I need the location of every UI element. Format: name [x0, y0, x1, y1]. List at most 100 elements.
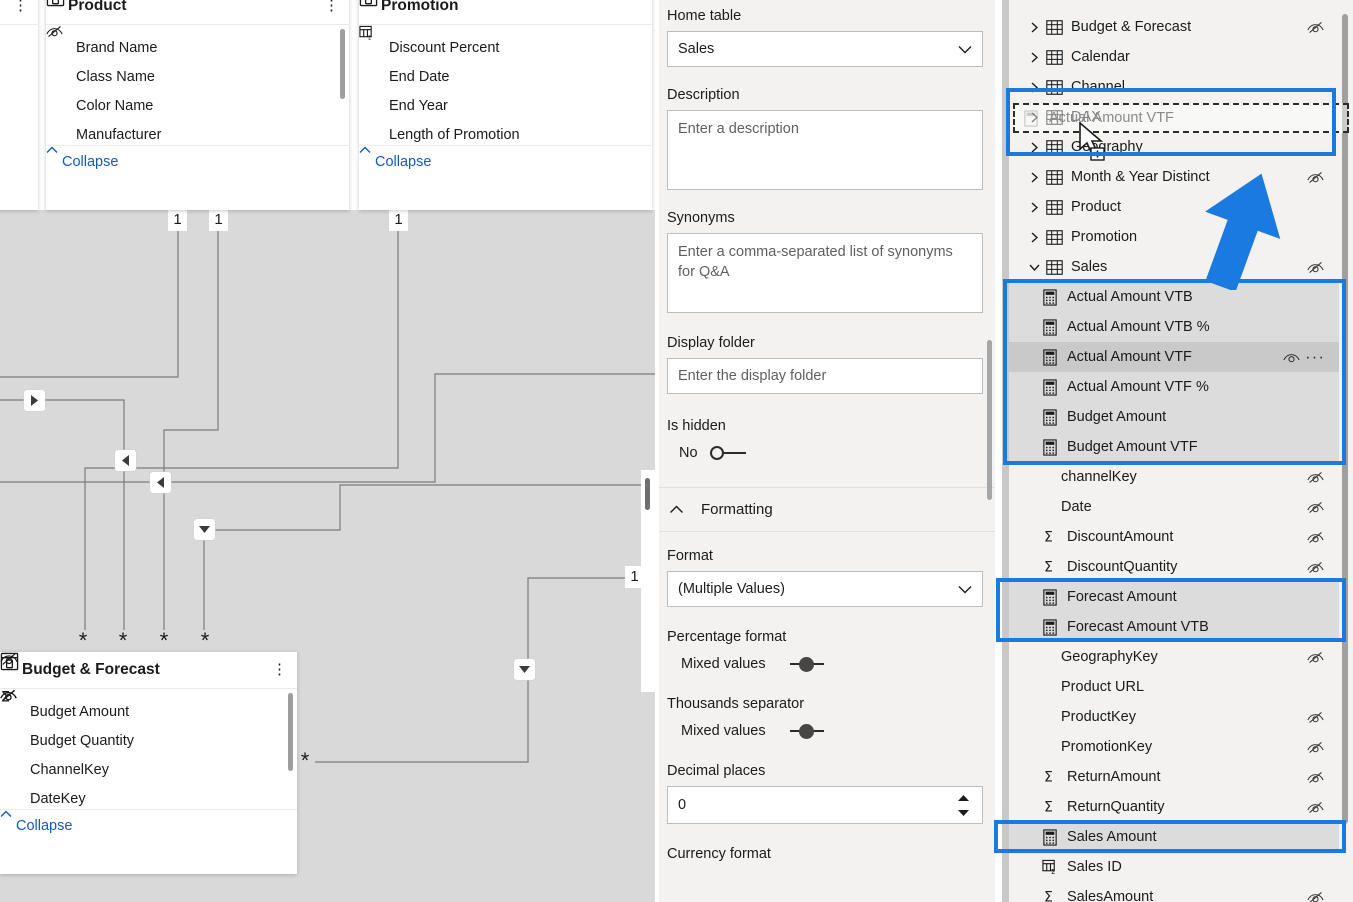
card-scrollbar[interactable]	[288, 693, 293, 771]
fields-row-promotionkey[interactable]: PromotionKey	[1009, 732, 1339, 762]
collapse-link[interactable]: Collapse	[359, 146, 431, 170]
is-hidden-toggle[interactable]	[709, 445, 748, 461]
filter-direction-left-chip[interactable]	[115, 450, 136, 471]
fields-pane[interactable]: Budget & Forecast Calendar Channel DAX G…	[995, 0, 1353, 902]
chevron-right-icon[interactable]	[1025, 51, 1043, 63]
field-row[interactable]: ChannelKey	[0, 689, 297, 784]
fields-row-forecast-amount-vtb[interactable]: Forecast Amount VTB	[1009, 612, 1339, 642]
collapse-link[interactable]: Collapse	[46, 146, 118, 170]
table-card-product[interactable]: Product ⋮ Brand Name Class Name Color Na…	[46, 0, 349, 210]
fields-row-actual-amount-vtf-pct[interactable]: Actual Amount VTF %	[1009, 372, 1339, 402]
filter-direction-right-chip[interactable]	[24, 390, 45, 411]
chevron-right-icon[interactable]	[1025, 81, 1043, 93]
more-horizontal-icon[interactable]: ···	[1305, 347, 1325, 367]
card-scrollbar[interactable]	[340, 29, 345, 99]
eye-hidden-icon[interactable]	[1305, 501, 1325, 514]
field-row[interactable]: Class Name	[46, 62, 349, 91]
eye-hidden-icon[interactable]	[1305, 561, 1325, 574]
fields-row-returnamount[interactable]: Σ ReturnAmount	[1009, 762, 1339, 792]
fields-row-productkey[interactable]: ProductKey	[1009, 702, 1339, 732]
fields-row-channel[interactable]: Channel	[1009, 72, 1339, 102]
field-row[interactable]: Brand Name	[46, 33, 349, 62]
display-folder-input[interactable]: Enter the display folder	[667, 358, 983, 394]
fields-row-returnquantity[interactable]: Σ ReturnQuantity	[1009, 792, 1339, 822]
field-row[interactable]: Σ Budget Amount	[0, 690, 297, 726]
fields-row-channelkey[interactable]: channelKey	[1009, 462, 1339, 492]
fields-row-actual-amount-vtf[interactable]: Actual Amount VTF ···	[1009, 342, 1339, 372]
thousands-separator-toggle-row[interactable]: Mixed values	[667, 723, 983, 739]
eye-hidden-icon[interactable]	[1305, 801, 1325, 814]
fields-row-sales-id[interactable]: Σ Sales ID	[1009, 852, 1339, 882]
more-vertical-icon[interactable]: ⋮	[272, 662, 287, 677]
chevron-right-icon[interactable]	[1025, 231, 1043, 243]
fields-row-date[interactable]: Date	[1009, 492, 1339, 522]
fields-list[interactable]: Budget & Forecast Calendar Channel DAX G…	[1009, 12, 1339, 902]
eye-hidden-icon[interactable]	[1305, 741, 1325, 754]
more-vertical-icon[interactable]: ⋮	[324, 0, 339, 13]
synonyms-input[interactable]: Enter a comma-separated list of synonyms…	[667, 233, 983, 313]
field-row[interactable]: End Year	[359, 91, 652, 120]
more-vertical-icon[interactable]: ⋮	[13, 0, 28, 13]
filter-direction-down-chip[interactable]	[194, 519, 215, 540]
table-card-header-budget-forecast[interactable]: Budget & Forecast ⋮	[0, 652, 297, 689]
field-row[interactable]: Color Name	[46, 91, 349, 120]
fields-row-discountamount[interactable]: Σ DiscountAmount	[1009, 522, 1339, 552]
fields-row-calendar[interactable]: Calendar	[1009, 42, 1339, 72]
fields-row-actual-amount-vtb[interactable]: Actual Amount VTB	[1009, 282, 1339, 312]
chevron-down-icon[interactable]	[1025, 264, 1043, 271]
eye-hidden-icon[interactable]	[1305, 171, 1325, 184]
fields-row-discountquantity[interactable]: Σ DiscountQuantity	[1009, 552, 1339, 582]
fields-row-sales-amount[interactable]: Sales Amount	[1009, 822, 1339, 852]
collapse-bar[interactable]: Collapse	[359, 145, 652, 178]
percentage-format-toggle-row[interactable]: Mixed values	[667, 656, 983, 672]
fields-row-promotion[interactable]: Promotion	[1009, 222, 1339, 252]
properties-pane[interactable]: Home table Sales Description Enter a des…	[655, 0, 995, 902]
field-row[interactable]: Discount Percent	[359, 33, 652, 62]
table-card-header[interactable]: ⋮	[0, 0, 38, 25]
model-diagram-canvas[interactable]: 1 1 1 1 * * * * * ⋮ Product ⋮ Brand Name…	[0, 0, 655, 902]
fields-row-forecast-amount[interactable]: Forecast Amount	[1009, 582, 1339, 612]
eye-hidden-icon[interactable]	[1305, 471, 1325, 484]
eye-hidden-icon[interactable]	[1305, 261, 1325, 274]
fields-row-salesamount[interactable]: Σ SalesAmount	[1009, 882, 1339, 902]
fields-row-actual-amount-vtb-pct[interactable]: Actual Amount VTB %	[1009, 312, 1339, 342]
chevron-right-icon[interactable]	[1025, 21, 1043, 33]
collapse-bar[interactable]: Collapse	[46, 145, 349, 178]
fields-row-budget-amount-vtf[interactable]: Budget Amount VTF	[1009, 432, 1339, 462]
chevron-right-icon[interactable]	[1025, 201, 1043, 213]
spinner-buttons[interactable]	[952, 794, 974, 816]
chevron-right-icon[interactable]	[1025, 141, 1043, 153]
table-card-header-promotion[interactable]: Promotion	[359, 0, 652, 25]
canvas-right-sliver-scroll[interactable]	[645, 478, 650, 510]
field-row[interactable]: End Date	[359, 62, 652, 91]
properties-scrollbar[interactable]	[987, 340, 992, 500]
formatting-section-header[interactable]: Formatting	[655, 488, 995, 532]
eye-icon[interactable]	[1281, 351, 1301, 364]
format-select[interactable]: (Multiple Values)	[667, 571, 983, 607]
fields-row-budget-forecast[interactable]: Budget & Forecast	[1009, 12, 1339, 42]
decimal-places-spinner[interactable]: 0	[667, 786, 983, 824]
eye-hidden-icon[interactable]	[1305, 531, 1325, 544]
fields-row-product-url[interactable]: Product URL	[1009, 672, 1339, 702]
is-hidden-toggle-row[interactable]: No	[667, 445, 983, 461]
collapse-bar[interactable]: Collapse	[0, 809, 297, 842]
fields-row-budget-amount[interactable]: Budget Amount	[1009, 402, 1339, 432]
eye-hidden-icon[interactable]	[1305, 21, 1325, 34]
table-card-promotion[interactable]: Promotion Discount Percent End Date End …	[359, 0, 652, 210]
filter-direction-left-chip[interactable]	[150, 472, 171, 493]
collapse-link[interactable]: Collapse	[0, 810, 72, 834]
fields-row-geography[interactable]: Geography	[1009, 132, 1339, 162]
fields-row-sales[interactable]: Sales	[1009, 252, 1339, 282]
table-card-partial-left[interactable]: ⋮	[0, 0, 38, 210]
eye-hidden-icon[interactable]	[1305, 651, 1325, 664]
chevron-right-icon[interactable]	[1025, 171, 1043, 183]
home-table-select[interactable]: Sales	[667, 31, 983, 67]
fields-row-product[interactable]: Product	[1009, 192, 1339, 222]
field-row[interactable]: Σ Budget Quantity	[0, 690, 297, 755]
eye-hidden-icon[interactable]	[1305, 771, 1325, 784]
thousands-separator-toggle[interactable]	[788, 723, 826, 739]
filter-direction-down-chip[interactable]	[514, 659, 535, 680]
table-card-header-product[interactable]: Product ⋮	[46, 0, 349, 25]
fields-row-month-year-distinct[interactable]: Month & Year Distinct	[1009, 162, 1339, 192]
percentage-format-toggle[interactable]	[788, 656, 826, 672]
